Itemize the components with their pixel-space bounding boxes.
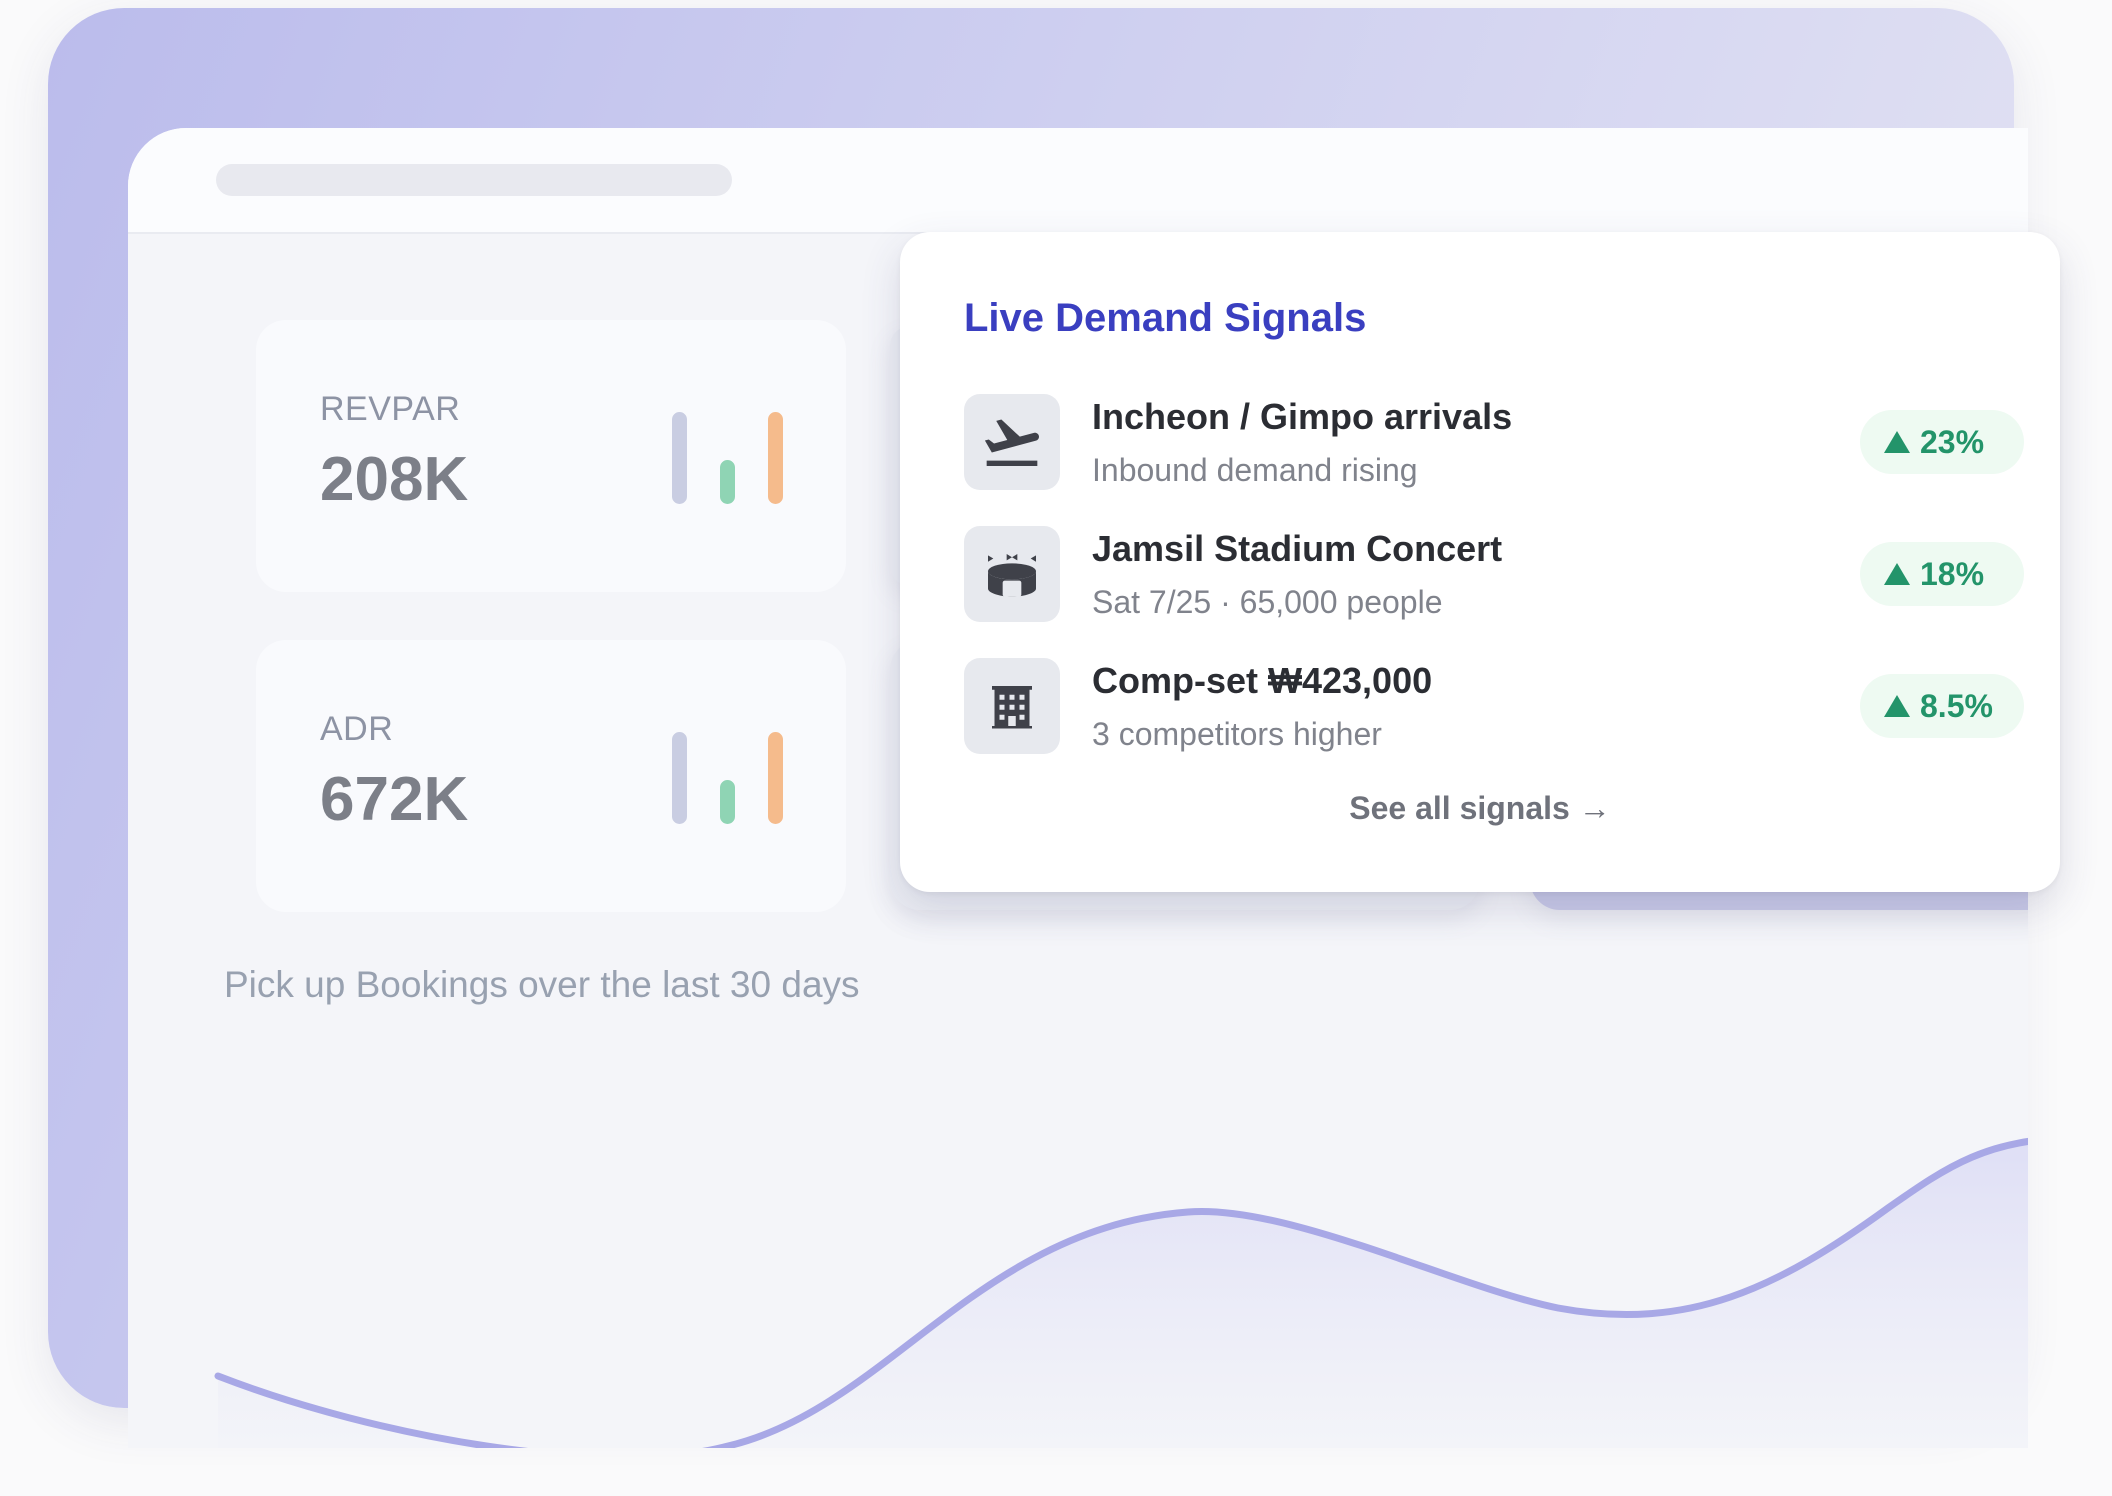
kpi-sparkbar-icon	[672, 408, 792, 504]
signal-title: Jamsil Stadium Concert	[1092, 528, 1503, 569]
signal-title: Incheon / Gimpo arrivals	[1092, 396, 1513, 437]
airplane-departure-icon	[964, 394, 1060, 490]
trend-value: 8.5%	[1920, 687, 1993, 724]
signal-title: Comp-set ₩423,000	[1092, 660, 1433, 701]
trend-badge: 8.5%	[1860, 674, 2024, 738]
kpi-value: 672K	[320, 765, 469, 834]
signal-row[interactable]: Incheon / Gimpo arrivals Inbound demand …	[964, 394, 2024, 494]
search-placeholder-bar[interactable]	[216, 164, 732, 196]
trend-badge: 23%	[1860, 410, 2024, 474]
trend-up-icon	[1884, 563, 1910, 585]
trend-value: 23%	[1920, 423, 1985, 460]
live-demand-signals-card: Live Demand Signals Incheon / Gimpo arri…	[900, 232, 2060, 892]
signal-subtitle: Sat 7/25 · 65,000 people	[1092, 584, 1443, 620]
trend-badge: 18%	[1860, 542, 2024, 606]
signal-subtitle: 3 competitors higher	[1092, 716, 1382, 752]
chart-area	[218, 1141, 2028, 1448]
card-title: Live Demand Signals	[964, 296, 1367, 340]
signal-subtitle: Inbound demand rising	[1092, 452, 1418, 488]
kpi-sparkbar-icon	[672, 728, 792, 824]
kpi-label: ADR	[320, 710, 394, 748]
kpi-label: REVPAR	[320, 390, 461, 428]
stadium-icon	[964, 526, 1060, 622]
signal-row[interactable]: Comp-set ₩423,000 3 competitors higher 8…	[964, 658, 2024, 758]
see-all-signals-link[interactable]: See all signals →	[900, 790, 2060, 827]
trend-value: 18%	[1920, 555, 1985, 592]
top-bar	[128, 128, 2028, 234]
kpi-card-adr[interactable]: ADR 672K	[256, 640, 846, 912]
trend-up-icon	[1884, 431, 1910, 453]
bookings-area-chart	[214, 1137, 2028, 1448]
signal-row[interactable]: Jamsil Stadium Concert Sat 7/25 · 65,000…	[964, 526, 2024, 626]
kpi-card-revpar[interactable]: REVPAR 208K	[256, 320, 846, 592]
kpi-value: 208K	[320, 445, 469, 514]
trend-up-icon	[1884, 695, 1910, 717]
hotel-building-icon	[964, 658, 1060, 754]
